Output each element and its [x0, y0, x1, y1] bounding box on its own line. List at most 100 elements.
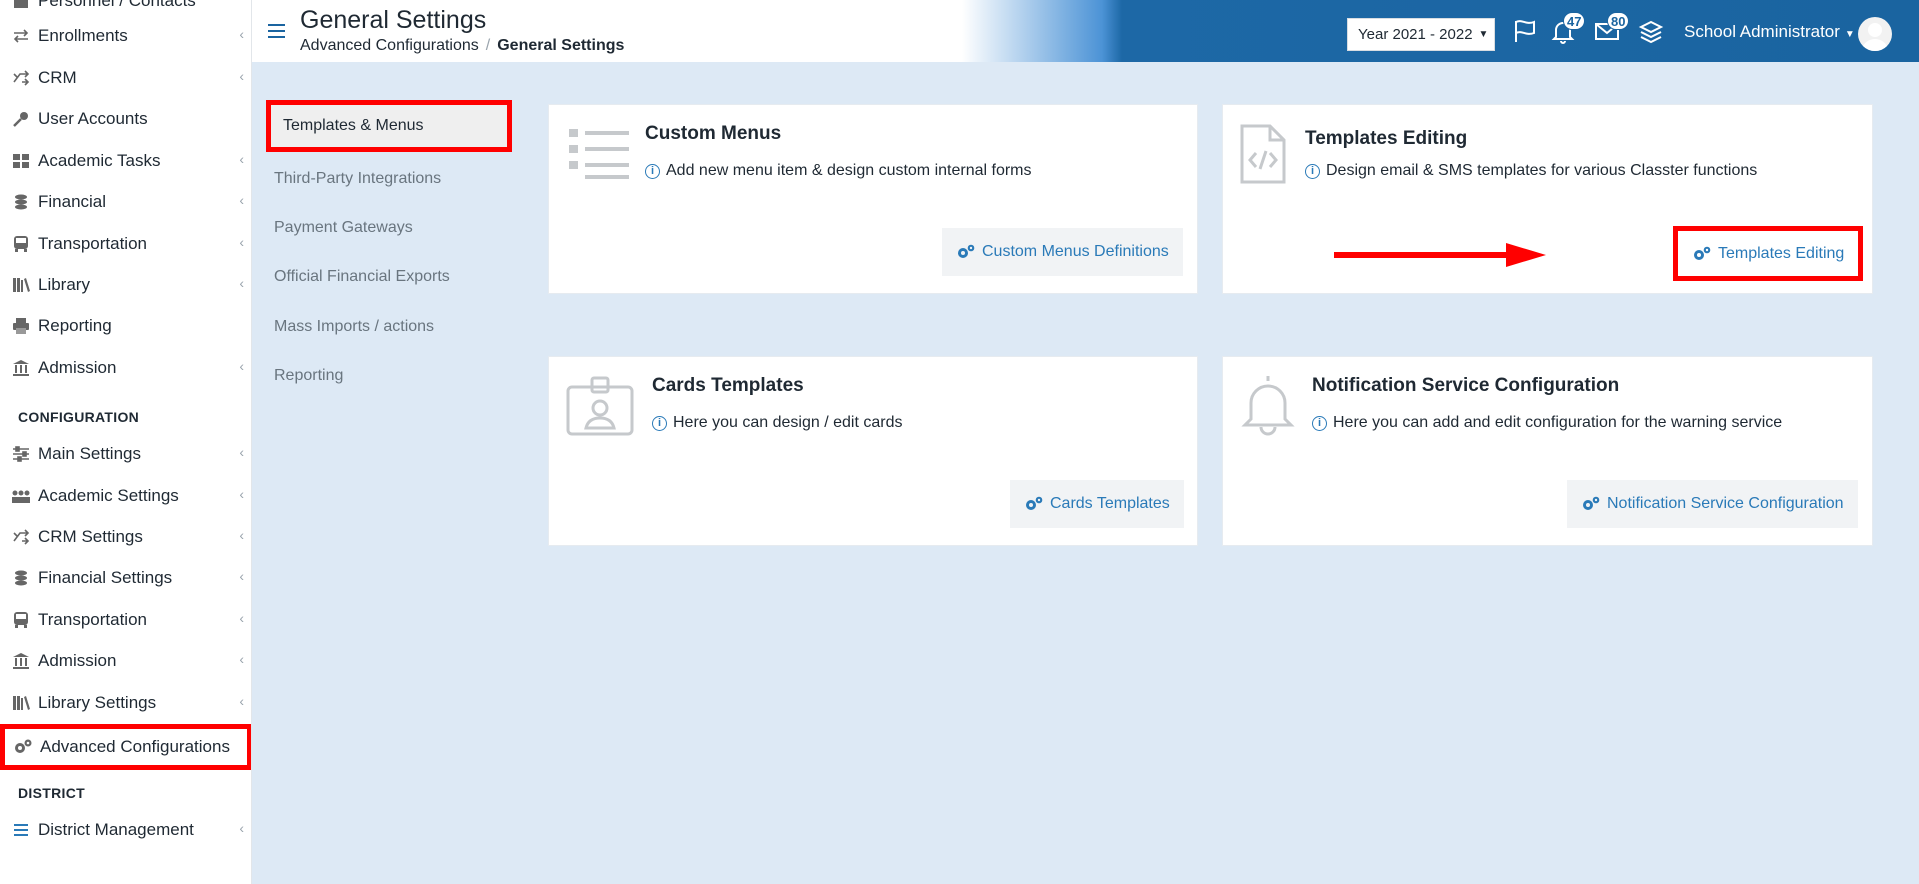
- sidebar-item-financial-settings[interactable]: Financial Settings ‹: [0, 561, 251, 595]
- chevron-left-icon: ‹: [239, 527, 244, 543]
- chevron-left-icon: ‹: [239, 444, 244, 460]
- user-name: School Administrator: [1684, 22, 1840, 41]
- settings-nav-payment-gateways[interactable]: Payment Gateways: [274, 219, 413, 237]
- sidebar-item-crm-settings[interactable]: CRM Settings ‹: [0, 520, 251, 554]
- sidebar-item-reporting[interactable]: Reporting: [0, 309, 251, 343]
- year-select[interactable]: Year 2021 - 2022 ▼: [1347, 18, 1495, 51]
- chevron-left-icon: ‹: [239, 151, 244, 167]
- sidebar-item-library[interactable]: Library ‹: [0, 268, 251, 302]
- chevron-left-icon: ‹: [239, 651, 244, 667]
- gears-icon: [1024, 496, 1044, 512]
- gears-icon: [13, 737, 33, 757]
- books-icon: [11, 693, 31, 713]
- sidebar-item-label: Admission: [38, 651, 117, 670]
- messages-badge: 80: [1607, 12, 1630, 30]
- sidebar-item-label: Library Settings: [38, 693, 157, 712]
- people-icon: [11, 486, 31, 506]
- templates-editing-button[interactable]: Templates Editing: [1673, 226, 1864, 281]
- card-title: Cards Templates: [652, 375, 804, 396]
- chevron-left-icon: ‹: [239, 358, 244, 374]
- settings-nav-label: Templates & Menus: [283, 117, 424, 134]
- sidebar-item-admission[interactable]: Admission ‹: [0, 351, 251, 385]
- notifications-badge: 47: [1563, 12, 1586, 30]
- sidebar-item-label: User Accounts: [38, 109, 148, 128]
- sidebar-item-label: Academic Tasks: [38, 151, 161, 170]
- breadcrumb-link[interactable]: Advanced Configurations: [300, 37, 479, 54]
- card-title: Notification Service Configuration: [1312, 375, 1620, 396]
- sidebar-item-transportation[interactable]: Transportation ‹: [0, 227, 251, 261]
- settings-nav-templates-menus[interactable]: Templates & Menus: [266, 100, 512, 152]
- layers-icon[interactable]: [1638, 18, 1664, 44]
- card-notification-service: Notification Service Configuration i Here…: [1222, 356, 1873, 546]
- top-header: General Settings Advanced Configurations…: [252, 0, 1919, 62]
- cards-templates-button[interactable]: Cards Templates: [1010, 480, 1184, 528]
- chevron-left-icon: ‹: [239, 275, 244, 291]
- settings-nav-reporting[interactable]: Reporting: [274, 367, 343, 385]
- bus-icon: [11, 610, 31, 630]
- sidebar-item-academic-settings[interactable]: Academic Settings ‹: [0, 479, 251, 513]
- sidebar-item-label: Personnel / Contacts: [38, 0, 196, 10]
- sidebar-item-label: Reporting: [38, 316, 112, 335]
- settings-nav-third-party[interactable]: Third-Party Integrations: [274, 170, 441, 188]
- sidebar-item-label: CRM: [38, 68, 77, 87]
- code-file-icon: [1239, 123, 1287, 190]
- sidebar: Personnel / Contacts Enrollments ‹ CRM ‹…: [0, 0, 252, 884]
- shuffle-icon: [11, 68, 31, 88]
- sidebar-item-label: Financial: [38, 192, 107, 211]
- notification-service-configuration-button[interactable]: Notification Service Configuration: [1567, 480, 1858, 528]
- chevron-left-icon: ‹: [239, 610, 244, 626]
- card-cards-templates: Cards Templates i Here you can design / e…: [548, 356, 1198, 546]
- printer-icon: [11, 316, 31, 336]
- avatar[interactable]: [1858, 17, 1892, 51]
- sidebar-item-user-accounts[interactable]: User Accounts: [0, 102, 251, 136]
- sidebar-item-main-settings[interactable]: Main Settings ‹: [0, 437, 251, 471]
- sidebar-item-financial[interactable]: Financial ‹: [0, 185, 251, 219]
- bell-icon: [1239, 373, 1297, 442]
- messages-envelope-icon[interactable]: 80: [1594, 12, 1630, 44]
- chevron-left-icon: ‹: [239, 68, 244, 84]
- card-description: i Here you can design / edit cards: [652, 414, 902, 432]
- sidebar-item-label: Enrollments: [38, 26, 128, 45]
- list-icon: [11, 820, 31, 840]
- sidebar-item-library-settings[interactable]: Library Settings ‹: [0, 686, 251, 720]
- flag-icon[interactable]: [1512, 18, 1538, 44]
- notifications-bell-icon[interactable]: 47: [1550, 12, 1586, 44]
- sidebar-item-personnel[interactable]: Personnel / Contacts: [0, 0, 251, 18]
- sidebar-item-label: Transportation: [38, 610, 147, 629]
- card-description: i Here you can add and edit configuration…: [1312, 414, 1782, 432]
- sidebar-item-label: Library: [38, 275, 90, 294]
- sidebar-item-label: Academic Settings: [38, 486, 179, 505]
- shuffle-icon: [11, 527, 31, 547]
- chevron-left-icon: ‹: [239, 693, 244, 709]
- sidebar-item-label: Admission: [38, 358, 117, 377]
- coins-icon: [11, 568, 31, 588]
- settings-nav-mass-imports[interactable]: Mass Imports / actions: [274, 318, 434, 336]
- sidebar-item-district-management[interactable]: District Management ‹: [0, 813, 251, 847]
- coins-icon: [11, 192, 31, 212]
- user-menu[interactable]: School Administrator ▼: [1684, 22, 1855, 42]
- sidebar-item-label: Financial Settings: [38, 568, 173, 587]
- arrow-annotation: [1334, 242, 1550, 273]
- sidebar-item-academic-tasks[interactable]: Academic Tasks ‹: [0, 144, 251, 178]
- settings-nav-financial-exports[interactable]: Official Financial Exports: [274, 268, 450, 286]
- chevron-left-icon: ‹: [239, 820, 244, 836]
- sidebar-item-label: Advanced Configurations: [40, 737, 230, 756]
- sidebar-item-advanced-configurations[interactable]: Advanced Configurations: [0, 724, 251, 770]
- sliders-icon: [11, 444, 31, 464]
- sidebar-item-transportation-settings[interactable]: Transportation ‹: [0, 603, 251, 637]
- hamburger-menu-icon[interactable]: [268, 24, 285, 42]
- year-select-value: Year 2021 - 2022: [1358, 26, 1473, 43]
- custom-menus-definitions-button[interactable]: Custom Menus Definitions: [942, 228, 1183, 276]
- sidebar-item-admission-settings[interactable]: Admission ‹: [0, 644, 251, 678]
- caret-down-icon: ▼: [1478, 29, 1489, 40]
- sidebar-item-enrollments[interactable]: Enrollments ‹: [0, 19, 251, 53]
- info-icon: i: [652, 415, 667, 431]
- section-heading-district: DISTRICT: [18, 785, 85, 801]
- sidebar-item-label: Transportation: [38, 234, 147, 253]
- list-icon: [569, 127, 631, 188]
- card-description: i Design email & SMS templates for variou…: [1305, 162, 1757, 180]
- sidebar-item-crm[interactable]: CRM ‹: [0, 61, 251, 95]
- info-icon: i: [1305, 163, 1320, 179]
- chevron-left-icon: ‹: [239, 26, 244, 42]
- caret-down-icon: ▼: [1844, 29, 1855, 40]
